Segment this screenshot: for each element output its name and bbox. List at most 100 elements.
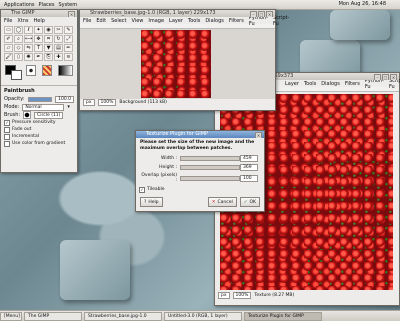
ellipse-select-icon[interactable]: ◯: [14, 26, 23, 34]
ok-button[interactable]: ✓ OK: [239, 197, 260, 207]
menu-dialogs[interactable]: Dialogs: [205, 18, 224, 24]
fade-out-checkbox[interactable]: Fade out: [1, 126, 77, 133]
opacity-slider[interactable]: [27, 96, 53, 102]
maximize-icon[interactable]: □: [382, 74, 389, 80]
panel-clock[interactable]: Mon Aug 26, 16:48: [339, 1, 386, 7]
paths-icon[interactable]: ✎: [64, 26, 73, 34]
menu-layer[interactable]: Layer: [285, 81, 299, 87]
color-select-icon[interactable]: ◉: [44, 26, 53, 34]
close-icon[interactable]: ×: [266, 11, 273, 17]
bucket-fill-icon[interactable]: ▼: [44, 44, 53, 52]
task-texturize-dialog[interactable]: Texturize Plugin for GIMP: [244, 311, 322, 321]
eraser-icon[interactable]: ▯: [14, 53, 23, 61]
blend-icon[interactable]: ▤: [54, 44, 63, 52]
heal-icon[interactable]: ✚: [54, 53, 63, 61]
task-menu[interactable]: [Menu]: [0, 311, 22, 321]
perspective-icon[interactable]: ◇: [14, 44, 23, 52]
fg-bg-colors[interactable]: [5, 65, 22, 80]
checkbox-checked-icon[interactable]: ✓: [139, 186, 145, 193]
menu-filters[interactable]: Filters: [345, 81, 360, 87]
menu-file[interactable]: File: [83, 18, 91, 24]
pattern-preview-icon[interactable]: [41, 65, 53, 76]
toolbox-menu-file[interactable]: File: [4, 18, 12, 24]
background-color-swatch[interactable]: [11, 70, 22, 80]
height-slider[interactable]: [180, 165, 240, 170]
clone-icon[interactable]: ⎘: [44, 53, 53, 61]
width-slider[interactable]: [180, 156, 240, 161]
scissors-icon[interactable]: ✂: [54, 26, 63, 34]
height-input[interactable]: 369: [240, 164, 258, 171]
color-picker-icon[interactable]: ✐: [4, 35, 13, 43]
panel-menu-places[interactable]: Places: [39, 2, 55, 8]
menu-image[interactable]: Image: [148, 18, 164, 24]
zoom-icon[interactable]: ⌕: [14, 35, 23, 43]
menu-tools[interactable]: Tools: [188, 18, 200, 24]
checkbox-icon[interactable]: [4, 126, 10, 133]
scale-icon[interactable]: ⤢: [64, 35, 73, 43]
zoom-select[interactable]: 100%: [97, 99, 117, 106]
smudge-icon[interactable]: ≋: [64, 53, 73, 61]
task-untitled-window[interactable]: Untitled-3.0 (RGB, 1 layer): [164, 311, 242, 321]
close-icon[interactable]: ×: [255, 132, 262, 138]
brush-preview-icon[interactable]: [25, 65, 36, 76]
menu-edit[interactable]: Edit: [96, 18, 106, 24]
zoom-select[interactable]: 100%: [232, 292, 252, 299]
toolbox-titlebar[interactable]: The GIMP ×: [1, 10, 77, 17]
text-icon[interactable]: T: [34, 44, 43, 52]
task-gimp-toolbox[interactable]: The GIMP: [24, 311, 82, 321]
chevron-down-icon[interactable]: ▾: [67, 104, 70, 110]
close-icon[interactable]: ×: [390, 74, 397, 80]
gradient-checkbox[interactable]: Use color from gradient: [1, 140, 77, 147]
fuzzy-select-icon[interactable]: ✦: [34, 26, 43, 34]
rotate-icon[interactable]: ↻: [54, 35, 63, 43]
crop-icon[interactable]: ⌗: [44, 35, 53, 43]
tileable-checkbox[interactable]: ✓ Tileable: [136, 186, 264, 193]
menu-tools[interactable]: Tools: [304, 81, 316, 87]
unit-select[interactable]: px: [83, 99, 95, 106]
toolbox-menu-xtns[interactable]: Xtns: [17, 18, 28, 24]
opacity-value[interactable]: 100.0: [55, 95, 74, 103]
pressure-checkbox[interactable]: ✓ Pressure sensitivity: [1, 119, 77, 126]
overlap-slider[interactable]: [180, 175, 240, 181]
rect-select-icon[interactable]: ▭: [4, 26, 13, 34]
cancel-button[interactable]: ✕ Cancel: [207, 197, 237, 207]
checkbox-checked-icon[interactable]: ✓: [4, 119, 10, 126]
task-strawberries-window[interactable]: Strawberries_base.jpg-1.0: [84, 311, 162, 321]
menu-dialogs[interactable]: Dialogs: [321, 81, 340, 87]
menu-select[interactable]: Select: [111, 18, 126, 24]
menu-script-fu[interactable]: Script-Fu: [273, 15, 289, 27]
menu-view[interactable]: View: [132, 18, 144, 24]
gradient-preview-icon[interactable]: [58, 65, 73, 76]
pencil-icon[interactable]: ✏: [64, 44, 73, 52]
help-button[interactable]: ? Help: [140, 197, 163, 207]
strawberries-image[interactable]: [141, 30, 211, 98]
minimize-icon[interactable]: –: [374, 74, 381, 80]
strawberries-window-titlebar[interactable]: Strawberries_base.jpg-1.0 (RGB, 1 layer)…: [80, 10, 275, 17]
shear-icon[interactable]: ▱: [4, 44, 13, 52]
brush-icon[interactable]: [23, 111, 32, 119]
image-canvas-area[interactable]: [80, 29, 275, 99]
panel-menu-applications[interactable]: Applications: [4, 2, 35, 8]
overlap-input[interactable]: 100: [240, 174, 258, 182]
checkbox-icon[interactable]: [4, 133, 10, 140]
toolbox-menu-help[interactable]: Help: [34, 18, 45, 24]
menu-layer[interactable]: Layer: [169, 18, 183, 24]
airbrush-icon[interactable]: ✺: [24, 53, 33, 61]
flip-icon[interactable]: ⇋: [24, 44, 33, 52]
incremental-checkbox[interactable]: Incremental: [1, 133, 77, 140]
width-input[interactable]: 459: [240, 155, 258, 162]
unit-select[interactable]: px: [218, 292, 230, 299]
ink-icon[interactable]: ✒: [34, 53, 43, 61]
menu-filters[interactable]: Filters: [229, 18, 244, 24]
minimize-icon[interactable]: –: [250, 11, 257, 17]
measure-icon[interactable]: ⟷: [24, 35, 33, 43]
close-icon[interactable]: ×: [68, 11, 75, 17]
free-select-icon[interactable]: ℓ: [24, 26, 33, 34]
mode-select[interactable]: Normal: [22, 103, 65, 111]
paintbrush-icon[interactable]: 🖌: [4, 53, 13, 61]
move-icon[interactable]: ✥: [34, 35, 43, 43]
maximize-icon[interactable]: □: [258, 11, 265, 17]
dialog-titlebar[interactable]: Texturize Plugin for GIMP ×: [136, 131, 264, 138]
checkbox-icon[interactable]: [4, 140, 10, 147]
panel-menu-system[interactable]: System: [58, 2, 77, 8]
